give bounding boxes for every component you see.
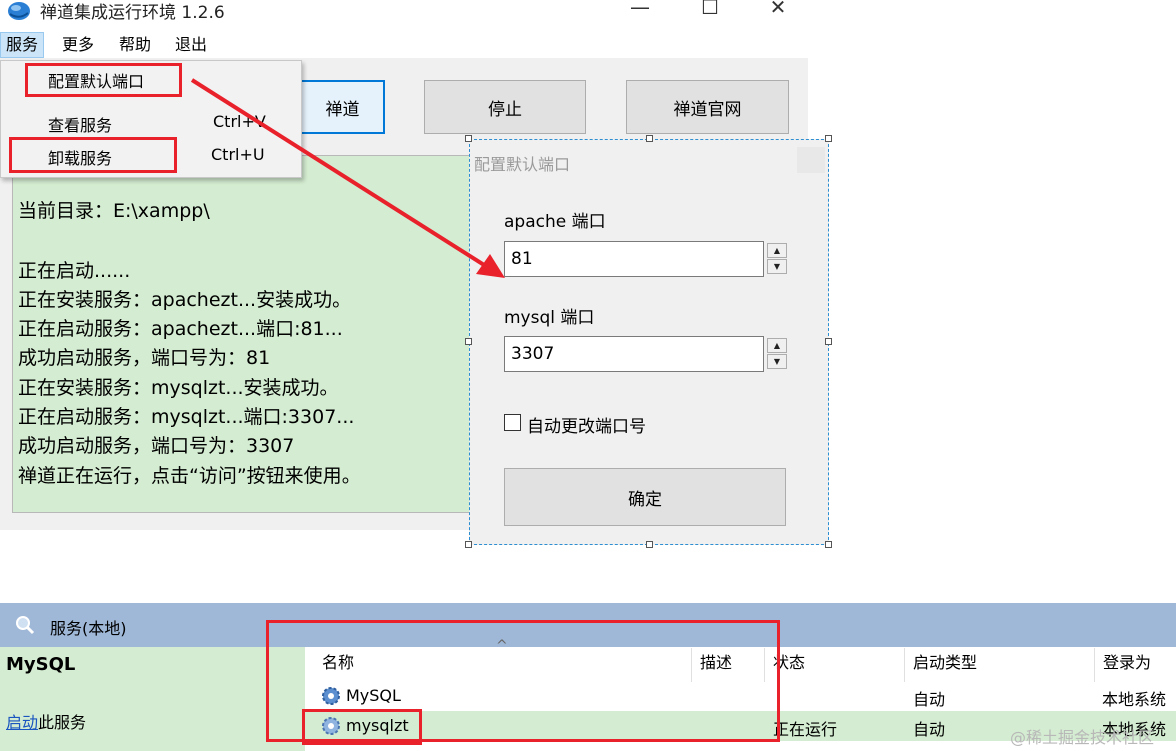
log-line: 成功启动服务，端口号为：3307	[18, 435, 295, 457]
mysql-port-label: mysql 端口	[504, 308, 595, 328]
row-startup: 自动	[913, 690, 946, 709]
apache-port-input[interactable]: 81	[504, 241, 764, 277]
row-logon: 本地系统	[1102, 690, 1167, 709]
resize-handle[interactable]	[825, 135, 832, 142]
menu-item-view-service[interactable]: 查看服务	[48, 112, 112, 136]
column-header-startup[interactable]: 启动类型	[905, 648, 1095, 682]
highlight-uninstall-service	[9, 137, 177, 173]
menu-more[interactable]: 更多	[57, 32, 99, 58]
column-header-logon[interactable]: 登录为	[1095, 648, 1176, 682]
highlight-config-port	[25, 63, 182, 97]
apache-port-down-button[interactable]: ▼	[767, 259, 787, 274]
row-status: 正在运行	[773, 720, 838, 739]
log-line: 成功启动服务，端口号为：81	[18, 347, 271, 369]
start-service-suffix: 此服务	[38, 713, 87, 732]
resize-handle[interactable]	[465, 541, 472, 548]
dialog-close-button[interactable]	[797, 147, 825, 173]
selected-service-name: MySQL	[6, 654, 76, 675]
resize-handle[interactable]	[825, 338, 832, 345]
minimize-button[interactable]: —	[620, 0, 660, 22]
maximize-button[interactable]: ☐	[690, 0, 730, 22]
log-line: 禅道正在运行，点击“访问”按钮来使用。	[18, 465, 361, 487]
annotation-arrow	[190, 78, 505, 278]
mysql-port-down-button[interactable]: ▼	[767, 354, 787, 369]
resize-handle[interactable]	[646, 541, 653, 548]
watermark: @稀土掘金技术社区	[1010, 728, 1155, 747]
search-icon	[16, 616, 35, 635]
apache-port-up-button[interactable]: ▲	[767, 243, 787, 258]
highlight-mysqlzt	[302, 709, 422, 745]
start-service-line: 启动此服务	[6, 709, 86, 733]
close-button[interactable]: ✕	[758, 0, 798, 22]
resize-handle[interactable]	[465, 338, 472, 345]
menu-bar: 服务 更多 帮助 退出	[0, 32, 320, 58]
official-site-button[interactable]: 禅道官网	[626, 80, 789, 134]
ok-label: 确定	[628, 489, 662, 510]
mysql-port-input[interactable]: 3307	[504, 336, 764, 372]
mysql-port-up-button[interactable]: ▲	[767, 338, 787, 353]
column-header-status[interactable]: 状态	[765, 648, 905, 682]
official-site-label: 禅道官网	[673, 99, 742, 120]
log-line: 正在启动服务：mysqlzt...端口:3307...	[18, 406, 355, 428]
row-startup: 自动	[913, 720, 946, 739]
app-logo-icon	[8, 2, 30, 20]
menu-exit[interactable]: 退出	[170, 32, 212, 58]
resize-handle[interactable]	[825, 541, 832, 548]
services-title: 服务(本地)	[50, 619, 127, 638]
start-service-link[interactable]: 启动	[6, 713, 38, 732]
auto-change-port-checkbox[interactable]	[504, 414, 521, 431]
window-title: 禅道集成运行环境 1.2.6	[40, 3, 225, 23]
auto-change-port-label: 自动更改端口号	[527, 417, 646, 437]
ok-button[interactable]: 确定	[504, 468, 786, 526]
resize-handle[interactable]	[646, 135, 653, 142]
menu-service[interactable]: 服务	[0, 32, 45, 58]
log-line: 正在启动......	[18, 260, 131, 282]
menu-help[interactable]: 帮助	[114, 32, 156, 58]
log-line: 正在启动服务：apachezt...端口:81...	[18, 318, 343, 340]
log-line: 正在安装服务：mysqlzt...安装成功。	[18, 377, 339, 399]
